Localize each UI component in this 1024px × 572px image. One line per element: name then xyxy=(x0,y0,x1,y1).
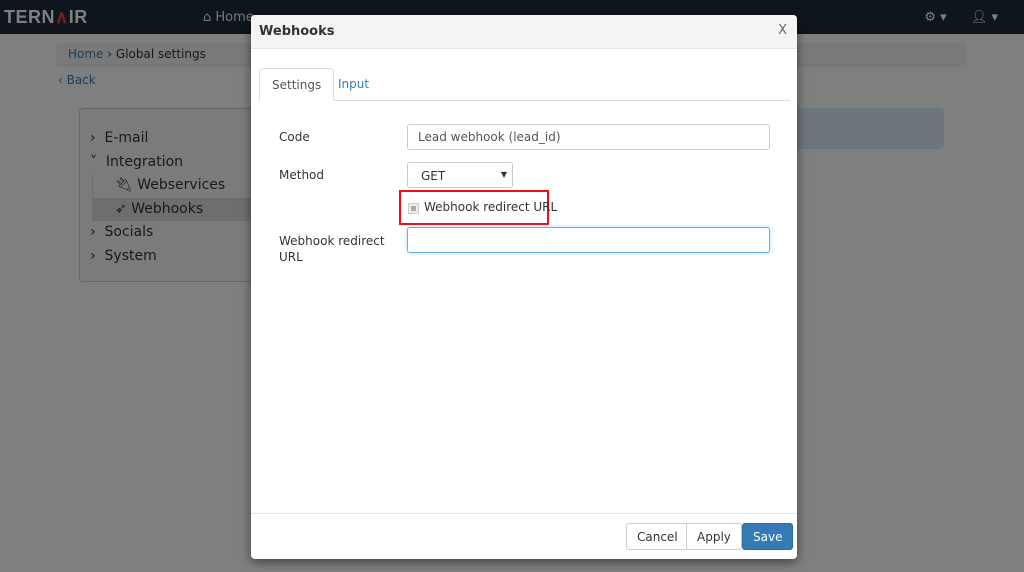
code-label: Code xyxy=(279,130,310,144)
highlight-box: Webhook redirect URL xyxy=(399,190,557,225)
redirect-url-input[interactable] xyxy=(407,227,770,253)
apply-button[interactable]: Apply xyxy=(686,523,742,550)
redirect-url-label: Webhook redirect URL xyxy=(279,234,385,264)
method-label: Method xyxy=(279,168,325,182)
close-button[interactable]: X xyxy=(778,23,787,38)
cancel-button[interactable]: Cancel xyxy=(626,523,689,550)
modal-footer: Cancel Apply Save xyxy=(251,513,797,559)
save-button[interactable]: Save xyxy=(742,523,794,550)
modal-tabs: Settings Input xyxy=(259,68,790,101)
tab-settings[interactable]: Settings xyxy=(259,68,335,101)
method-select[interactable]: GET ▼ xyxy=(407,162,513,188)
modal-title: Webhooks xyxy=(251,15,797,49)
redirect-checkbox-label[interactable]: Webhook redirect URL xyxy=(424,200,557,214)
code-input[interactable]: Lead webhook (lead_id) xyxy=(407,124,770,150)
chevron-down-icon: ▼ xyxy=(500,170,507,179)
tab-input[interactable]: Input xyxy=(326,68,381,101)
webhooks-modal: Webhooks X Settings Input Code Lead webh… xyxy=(251,15,797,559)
redirect-checkbox[interactable] xyxy=(408,203,419,214)
